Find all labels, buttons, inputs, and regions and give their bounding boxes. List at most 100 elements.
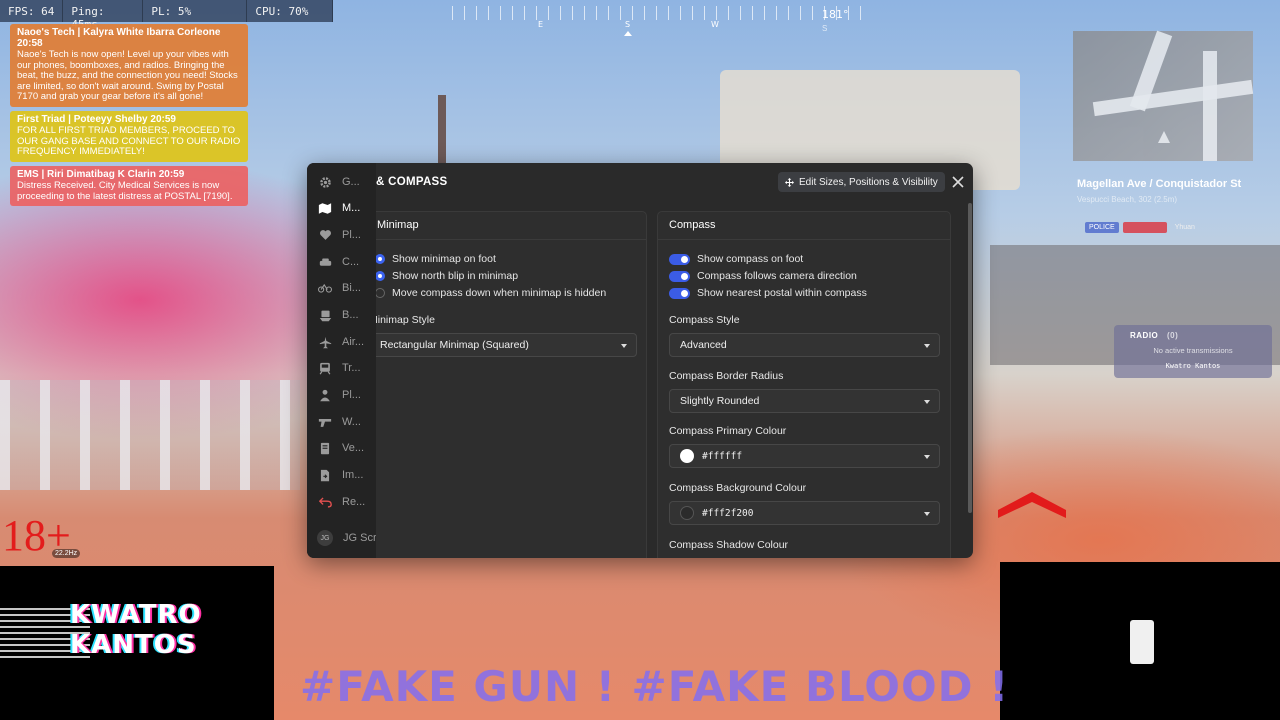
colour-swatch bbox=[680, 506, 694, 520]
notification-body: FOR ALL FIRST TRIAD MEMBERS, PROCEED TO … bbox=[17, 125, 241, 157]
red-chevron-icon bbox=[998, 492, 1066, 518]
gear-icon bbox=[318, 175, 332, 189]
compass-letter-south: S bbox=[625, 20, 631, 29]
radio-user: Kwatro Kantos bbox=[1165, 362, 1221, 370]
sidebar-item-label: Bi... bbox=[342, 282, 361, 294]
radio-panel: RADIO (0) No active transmissions Kwatro… bbox=[1114, 325, 1272, 378]
sidebar-item-general[interactable]: G... bbox=[318, 173, 360, 191]
cpu-stat: CPU: 70% bbox=[247, 0, 334, 22]
chevron-down-icon bbox=[924, 344, 930, 348]
heart-icon bbox=[318, 228, 332, 242]
gun-icon bbox=[318, 415, 332, 429]
radio-button[interactable] bbox=[376, 288, 385, 298]
toggle-switch[interactable] bbox=[669, 253, 690, 265]
edit-layout-button[interactable]: Edit Sizes, Positions & Visibility bbox=[778, 172, 945, 192]
minimap-style-select[interactable]: Rectangular Minimap (Squared) bbox=[376, 333, 637, 357]
sidebar-item-bicycle[interactable]: Bi... bbox=[318, 279, 361, 297]
compass-ticks bbox=[452, 6, 872, 20]
notification-feed: Naoe's Tech | Kalyra White Ibarra Corleo… bbox=[10, 24, 248, 210]
import-icon bbox=[318, 468, 332, 482]
toggle-switch[interactable] bbox=[669, 270, 690, 282]
compass-background-colour-picker[interactable]: #fff2f200 bbox=[669, 501, 940, 525]
district-name: Vespucci Beach, 302 (2.5m) bbox=[1077, 195, 1178, 204]
sidebar-user[interactable]: JG JG Scr bbox=[317, 529, 377, 547]
sidebar-item-ped[interactable]: Pl... bbox=[318, 386, 361, 404]
compass-heading: 181° bbox=[822, 8, 849, 21]
colour-value: #fff2f200 bbox=[702, 507, 754, 519]
toggle-switch[interactable] bbox=[669, 287, 690, 299]
compass-style-label: Compass Style bbox=[669, 314, 740, 326]
notification-card: Naoe's Tech | Kalyra White Ibarra Corleo… bbox=[10, 24, 248, 107]
option-show-north-blip[interactable]: Show north blip in minimap bbox=[376, 269, 518, 283]
performance-stats-bar: FPS: 64 Ping: 45ms PL: 5% CPU: 70% bbox=[0, 0, 334, 31]
minimap-style-label: Minimap Style bbox=[376, 314, 435, 326]
toggle-show-compass-on-foot[interactable]: Show compass on foot bbox=[669, 252, 803, 266]
sidebar-item-map[interactable]: M... bbox=[318, 199, 360, 217]
toggle-show-nearest-postal[interactable]: Show nearest postal within compass bbox=[669, 286, 867, 300]
chevron-down-icon bbox=[621, 344, 627, 348]
toggle-label: Show nearest postal within compass bbox=[697, 287, 867, 299]
compass-background-colour-label: Compass Background Colour bbox=[669, 482, 807, 494]
notification-body: Naoe's Tech is now open! Level up your v… bbox=[17, 49, 238, 102]
sidebar-item-air[interactable]: Air... bbox=[318, 333, 364, 351]
hud-chips: POLICE Yhuan bbox=[1085, 222, 1199, 233]
colour-value: #ffffff bbox=[702, 450, 743, 462]
undo-icon bbox=[318, 495, 332, 509]
sidebar-item-reset[interactable]: Re... bbox=[318, 493, 365, 511]
train-icon bbox=[318, 361, 332, 375]
scrollbar[interactable] bbox=[968, 203, 972, 513]
avatar: JG bbox=[317, 530, 333, 546]
sidebar-item-label: Pl... bbox=[342, 389, 361, 401]
notification-title: First Triad | Poteeyy Shelby 20:59 bbox=[17, 113, 176, 125]
radio-button[interactable] bbox=[376, 254, 385, 264]
sidebar-item-player[interactable]: Pl... bbox=[318, 226, 361, 244]
person-icon bbox=[318, 388, 332, 402]
close-icon[interactable] bbox=[949, 173, 967, 191]
sidebar-item-train[interactable]: Tr... bbox=[318, 359, 361, 377]
radio-button[interactable] bbox=[376, 271, 385, 281]
sidebar-item-weapons[interactable]: W... bbox=[318, 413, 361, 431]
stream-logo: KWATRO KANTOS bbox=[70, 600, 202, 660]
map-icon bbox=[318, 201, 332, 215]
notification-card: EMS | Riri Dimatibag K Clarin 20:59 Dist… bbox=[10, 165, 248, 206]
compass-heading-letter: S bbox=[822, 24, 828, 33]
sidebar-item-label: G... bbox=[342, 176, 360, 188]
select-value: Rectangular Minimap (Squared) bbox=[380, 339, 529, 351]
toggle-label: Compass follows camera direction bbox=[697, 270, 857, 282]
compass-settings-panel: Compass Show compass on foot Compass fol… bbox=[657, 211, 951, 558]
compass-radius-label: Compass Border Radius bbox=[669, 370, 784, 382]
compass-primary-colour-picker[interactable]: #ffffff bbox=[669, 444, 940, 468]
packet-loss-stat: PL: 5% bbox=[143, 0, 248, 22]
username-chip: Yhuan bbox=[1174, 224, 1195, 231]
compass-letter-west: W bbox=[711, 20, 719, 29]
status-chip bbox=[1122, 222, 1167, 233]
compass-pointer-icon bbox=[624, 31, 632, 36]
toggle-compass-follows-camera[interactable]: Compass follows camera direction bbox=[669, 269, 857, 283]
option-show-minimap-on-foot[interactable]: Show minimap on foot bbox=[376, 252, 496, 266]
document-icon bbox=[318, 441, 332, 455]
compass-style-select[interactable]: Advanced bbox=[669, 333, 940, 357]
sidebar-item-car[interactable]: C... bbox=[318, 253, 359, 271]
sidebar-item-label: C... bbox=[342, 256, 360, 268]
panel-heading: Compass bbox=[658, 212, 950, 240]
sidebar-item-label: Tr... bbox=[342, 362, 361, 374]
notification-body: Distress Received. City Medical Services… bbox=[17, 180, 233, 202]
sidebar-item-label: Ve... bbox=[342, 442, 365, 454]
bicycle-icon bbox=[318, 281, 332, 295]
option-label: Show north blip in minimap bbox=[392, 270, 519, 282]
option-move-compass-down[interactable]: Move compass down when minimap is hidden bbox=[376, 286, 606, 300]
settings-modal: G... M... Pl... C... Bi... B... Air... T… bbox=[307, 163, 973, 558]
colour-swatch bbox=[680, 449, 694, 463]
minimap-road bbox=[1092, 79, 1254, 117]
toggle-label: Show compass on foot bbox=[697, 253, 804, 265]
compass-radius-select[interactable]: Slightly Rounded bbox=[669, 389, 940, 413]
sidebar-item-boat[interactable]: B... bbox=[318, 306, 359, 324]
job-chip: POLICE bbox=[1085, 222, 1119, 233]
radio-status: No active transmissions bbox=[1153, 346, 1233, 355]
voice-indicator: 22.2Hz bbox=[52, 549, 81, 558]
player-arrow-icon bbox=[1158, 131, 1170, 143]
sidebar-item-vehicle[interactable]: Ve... bbox=[318, 439, 364, 457]
sidebar-item-import[interactable]: Im... bbox=[318, 466, 363, 484]
notification-title: EMS | Riri Dimatibag K Clarin 20:59 bbox=[17, 168, 185, 180]
select-value: Advanced bbox=[680, 339, 727, 351]
